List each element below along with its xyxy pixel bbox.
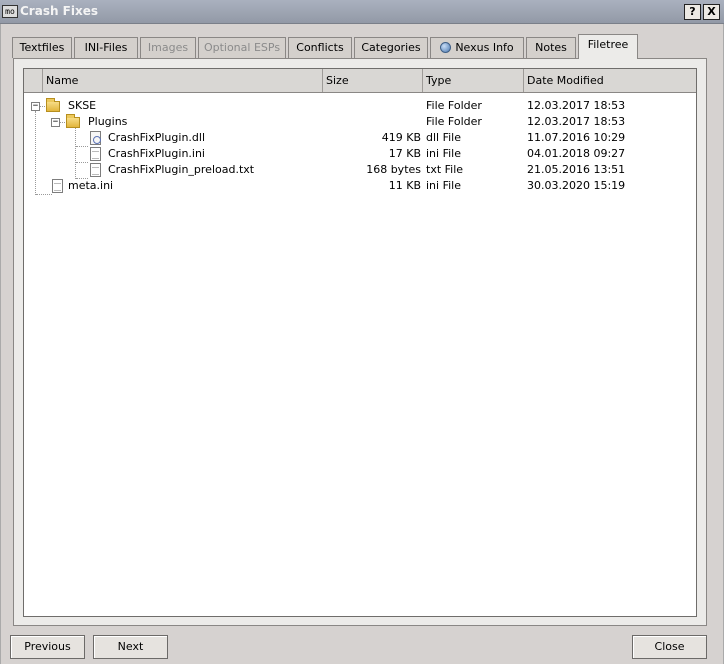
help-button[interactable]: ? (684, 4, 701, 20)
tab-conflicts[interactable]: Conflicts (288, 37, 352, 58)
tree-item-name: CrashFixPlugin.dll (108, 131, 206, 144)
previous-button[interactable]: Previous (10, 635, 85, 659)
tree-item-date: 12.03.2017 18:53 (527, 115, 626, 128)
text-file-icon (52, 179, 63, 193)
tree-item-type: dll File (426, 131, 461, 144)
column-header-name[interactable]: Name (43, 69, 323, 92)
tree-row-skse[interactable]: − SKSE File Folder 12.03.2017 18:53 (24, 98, 696, 114)
column-header-size[interactable]: Size (323, 69, 423, 92)
app-icon: mo (2, 5, 18, 18)
tab-categories[interactable]: Categories (354, 37, 428, 58)
tree-item-size: 17 KB (388, 147, 421, 160)
window-title: Crash Fixes (20, 4, 99, 18)
tab-textfiles[interactable]: Textfiles (12, 37, 72, 58)
tab-images[interactable]: Images (140, 37, 196, 58)
tree-header: Name Size Type Date Modified (24, 69, 696, 93)
tree-row-crashfixplugin-preload[interactable]: CrashFixPlugin_preload.txt 168 bytes txt… (24, 162, 696, 178)
header-spacer (24, 69, 43, 92)
text-file-icon (90, 147, 101, 161)
close-button[interactable]: Close (632, 635, 707, 659)
tree-item-type: txt File (426, 163, 464, 176)
folder-icon (66, 114, 80, 128)
globe-icon (440, 42, 452, 53)
tab-nexus-info-label: Nexus Info (455, 41, 514, 54)
tree-item-type: ini File (426, 147, 461, 160)
tree-row-crashfixplugin-dll[interactable]: CrashFixPlugin.dll 419 KB dll File 11.07… (24, 130, 696, 146)
tree-item-size: 419 KB (381, 131, 421, 144)
tree-item-date: 11.07.2016 10:29 (527, 131, 626, 144)
tab-ini-files[interactable]: INI-Files (74, 37, 138, 58)
tree-item-date: 30.03.2020 15:19 (527, 179, 626, 192)
tree-row-plugins[interactable]: − Plugins File Folder 12.03.2017 18:53 (24, 114, 696, 130)
tree-line (36, 194, 52, 195)
tree-item-name: meta.ini (68, 179, 114, 192)
tree-item-size: 11 KB (388, 179, 421, 192)
next-button[interactable]: Next (93, 635, 168, 659)
tree-item-size: 168 bytes (366, 163, 421, 176)
column-header-type[interactable]: Type (423, 69, 524, 92)
tree-item-type: ini File (426, 179, 461, 192)
tab-filetree[interactable]: Filetree (578, 34, 638, 59)
tree-item-type: File Folder (426, 99, 482, 112)
collapse-icon[interactable]: − (51, 118, 60, 127)
tree-item-name: CrashFixPlugin.ini (108, 147, 205, 160)
tree-row-meta-ini[interactable]: meta.ini 11 KB ini File 30.03.2020 15:19 (24, 178, 696, 194)
title-bar: mo Crash Fixes ? X (0, 0, 724, 24)
dll-file-icon (90, 131, 101, 145)
file-tree-view[interactable]: Name Size Type Date Modified − SKSE File… (23, 68, 697, 617)
filetree-pane: Name Size Type Date Modified − SKSE File… (13, 58, 707, 626)
tab-notes[interactable]: Notes (526, 37, 576, 58)
tree-item-type: File Folder (426, 115, 482, 128)
tab-optional-esps[interactable]: Optional ESPs (198, 37, 286, 58)
column-header-date-modified[interactable]: Date Modified (524, 69, 696, 92)
tree-item-date: 21.05.2016 13:51 (527, 163, 626, 176)
folder-icon (46, 98, 60, 112)
tree-item-name: CrashFixPlugin_preload.txt (108, 163, 255, 176)
tree-item-name: Plugins (88, 115, 128, 128)
text-file-icon (90, 163, 101, 177)
collapse-icon[interactable]: − (31, 102, 40, 111)
tree-row-crashfixplugin-ini[interactable]: CrashFixPlugin.ini 17 KB ini File 04.01.… (24, 146, 696, 162)
close-window-button[interactable]: X (703, 4, 720, 20)
tree-item-date: 04.01.2018 09:27 (527, 147, 626, 160)
tree-item-name: SKSE (68, 99, 97, 112)
tree-item-date: 12.03.2017 18:53 (527, 99, 626, 112)
tab-nexus-info[interactable]: Nexus Info (430, 37, 524, 58)
